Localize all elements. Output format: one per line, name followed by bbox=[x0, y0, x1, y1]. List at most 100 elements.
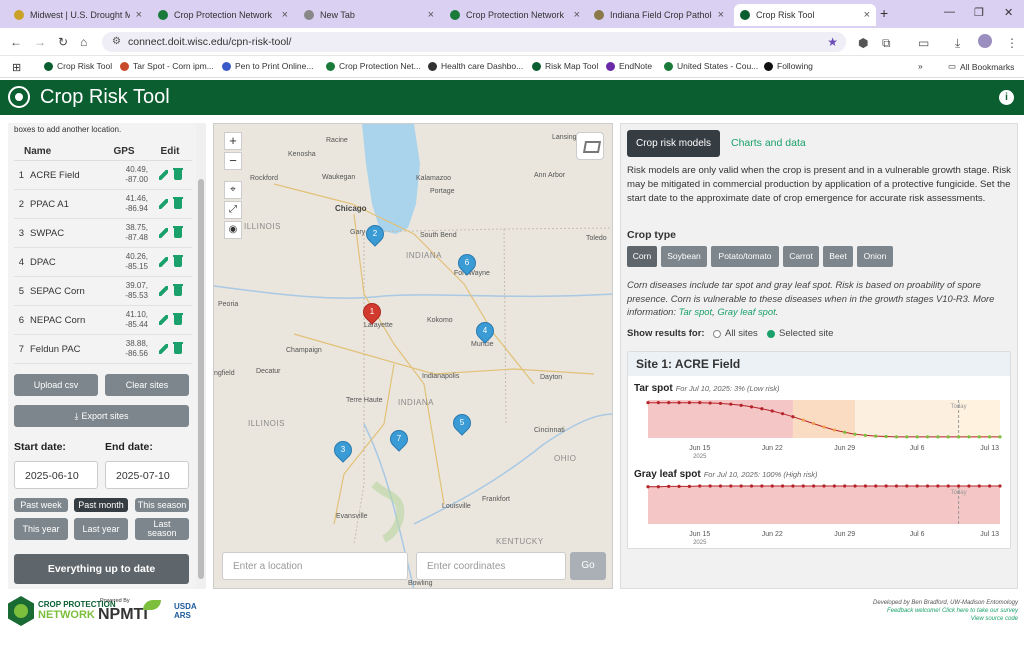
bookmark-item[interactable]: Following bbox=[764, 61, 813, 71]
risk-data-point[interactable] bbox=[667, 484, 671, 488]
last-season-button[interactable]: Last season bbox=[135, 518, 189, 540]
risk-data-point[interactable] bbox=[998, 484, 1002, 488]
site-row[interactable]: 1 ACRE Field 40.49, -87.00 bbox=[14, 161, 192, 190]
close-tab-icon[interactable]: × bbox=[718, 9, 724, 21]
globe-icon[interactable]: ◉ bbox=[224, 221, 242, 239]
gray-leaf-spot-link[interactable]: Gray leaf spot bbox=[717, 306, 775, 317]
close-tab-icon[interactable]: × bbox=[428, 9, 434, 21]
tab-charts-and-data[interactable]: Charts and data bbox=[731, 137, 806, 149]
browser-tab[interactable]: Indiana Field Crop Patholog × bbox=[588, 4, 730, 26]
profile-avatar[interactable] bbox=[978, 34, 992, 48]
risk-data-point[interactable] bbox=[843, 484, 847, 488]
risk-data-point[interactable] bbox=[708, 401, 712, 405]
risk-data-point[interactable] bbox=[956, 435, 961, 439]
risk-data-point[interactable] bbox=[760, 407, 764, 411]
risk-data-point[interactable] bbox=[812, 484, 816, 488]
browser-tab[interactable]: Crop Protection Network × bbox=[444, 4, 586, 26]
risk-data-point[interactable] bbox=[822, 484, 826, 488]
crop-button-carrot[interactable]: Carrot bbox=[783, 246, 819, 267]
map-view[interactable]: Racine Lansing Kenosha Waukegan Kalamazo… bbox=[213, 123, 613, 589]
this-year-button[interactable]: This year bbox=[14, 518, 68, 540]
delete-trash-icon[interactable] bbox=[172, 226, 183, 238]
site-info-icon[interactable]: ⚙ bbox=[112, 36, 121, 47]
risk-data-point[interactable] bbox=[646, 485, 650, 489]
risk-data-point[interactable] bbox=[977, 435, 981, 439]
risk-data-point[interactable] bbox=[812, 421, 816, 426]
edit-pencil-icon[interactable] bbox=[158, 344, 168, 354]
edit-pencil-icon[interactable] bbox=[158, 286, 168, 296]
close-tab-icon[interactable]: × bbox=[282, 9, 288, 21]
bookmark-item[interactable]: Crop Protection Net... bbox=[326, 61, 421, 71]
radio-selected-site[interactable]: Selected site bbox=[767, 328, 833, 339]
go-button[interactable]: Go bbox=[570, 552, 606, 580]
tab-crop-risk-models[interactable]: Crop risk models bbox=[627, 130, 720, 157]
delete-trash-icon[interactable] bbox=[172, 168, 183, 180]
risk-data-point[interactable] bbox=[718, 484, 723, 488]
bookmark-star-icon[interactable]: ★ bbox=[827, 35, 838, 49]
delete-trash-icon[interactable] bbox=[172, 313, 183, 325]
risk-data-point[interactable] bbox=[791, 415, 795, 419]
zoom-out-button[interactable]: − bbox=[224, 152, 242, 170]
edit-pencil-icon[interactable] bbox=[158, 257, 168, 267]
risk-data-point[interactable] bbox=[749, 484, 754, 488]
start-date-input[interactable]: 2025-06-10 bbox=[14, 461, 98, 489]
risk-data-point[interactable] bbox=[698, 401, 702, 405]
risk-data-point[interactable] bbox=[832, 428, 836, 432]
risk-data-point[interactable] bbox=[894, 435, 899, 439]
upload-csv-button[interactable]: Upload csv bbox=[14, 374, 98, 396]
crop-button-beet[interactable]: Beet bbox=[823, 246, 853, 267]
menu-kebab-icon[interactable]: ⋮ bbox=[1006, 36, 1018, 50]
new-tab-icon[interactable]: + bbox=[880, 5, 888, 21]
export-sites-button[interactable]: ⤓ Export sites bbox=[14, 405, 189, 427]
risk-data-point[interactable] bbox=[698, 484, 702, 488]
site-row[interactable]: 4 DPAC 40.26, -85.15 bbox=[14, 248, 192, 277]
risk-data-point[interactable] bbox=[863, 433, 868, 437]
risk-data-point[interactable] bbox=[770, 484, 774, 488]
last-year-button[interactable]: Last year bbox=[74, 518, 128, 540]
risk-data-point[interactable] bbox=[677, 484, 681, 488]
bookmark-item[interactable]: EndNote bbox=[606, 61, 652, 71]
browser-tab[interactable]: Crop Protection Network × bbox=[152, 4, 294, 26]
risk-data-point[interactable] bbox=[739, 484, 743, 488]
sites-panel-scrollbar[interactable] bbox=[196, 123, 206, 589]
close-tab-icon[interactable]: × bbox=[136, 9, 142, 21]
risk-data-point[interactable] bbox=[739, 403, 743, 407]
fullscreen-icon[interactable]: ⤢ bbox=[224, 201, 242, 219]
close-window-icon[interactable]: ✕ bbox=[1004, 6, 1013, 19]
crop-button-potato-tomato[interactable]: Potato/tomato bbox=[711, 246, 779, 267]
bookmark-item[interactable]: Pen to Print Online... bbox=[222, 61, 313, 71]
risk-data-point[interactable] bbox=[894, 484, 899, 488]
risk-data-point[interactable] bbox=[770, 409, 774, 413]
browser-tab-active[interactable]: Crop Risk Tool × bbox=[734, 4, 876, 26]
radio-all-sites[interactable]: All sites bbox=[713, 328, 758, 339]
crop-button-onion[interactable]: Onion bbox=[857, 246, 893, 267]
location-input[interactable]: Enter a location bbox=[222, 552, 408, 580]
puzzle-icon[interactable]: ⧉ bbox=[882, 36, 891, 51]
edit-pencil-icon[interactable] bbox=[158, 228, 168, 238]
risk-data-point[interactable] bbox=[677, 401, 681, 405]
risk-data-point[interactable] bbox=[936, 484, 940, 488]
risk-data-point[interactable] bbox=[884, 434, 888, 439]
risk-data-point[interactable] bbox=[884, 484, 888, 488]
source-code-link[interactable]: View source code bbox=[718, 615, 1018, 623]
risk-data-point[interactable] bbox=[967, 484, 971, 488]
edit-pencil-icon[interactable] bbox=[158, 315, 168, 325]
site-row[interactable]: 3 SWPAC 38.75, -87.48 bbox=[14, 219, 192, 248]
delete-trash-icon[interactable] bbox=[172, 197, 183, 209]
layers-icon[interactable] bbox=[576, 132, 604, 160]
risk-data-point[interactable] bbox=[791, 484, 795, 488]
back-icon[interactable]: ← bbox=[10, 35, 22, 49]
risk-data-point[interactable] bbox=[977, 484, 981, 488]
reload-icon[interactable]: ↻ bbox=[58, 35, 68, 49]
risk-data-point[interactable] bbox=[822, 425, 826, 429]
bookmark-item[interactable]: Crop Risk Tool bbox=[44, 61, 112, 71]
site-row[interactable]: 2 PPAC A1 41.46, -86.94 bbox=[14, 190, 192, 219]
locate-icon[interactable]: ⌖ bbox=[224, 181, 242, 199]
risk-data-point[interactable] bbox=[853, 432, 857, 436]
bookmark-item[interactable]: Risk Map Tool bbox=[532, 61, 598, 71]
feedback-link[interactable]: Feedback welcome! Click here to take our… bbox=[718, 607, 1018, 615]
site-row[interactable]: 6 NEPAC Corn 41.10, -85.44 bbox=[14, 306, 192, 335]
tar-spot-link[interactable]: Tar spot bbox=[679, 306, 713, 317]
browser-tab[interactable]: Midwest | U.S. Drought Mo × bbox=[8, 4, 148, 26]
scrollbar-thumb[interactable] bbox=[198, 179, 204, 579]
